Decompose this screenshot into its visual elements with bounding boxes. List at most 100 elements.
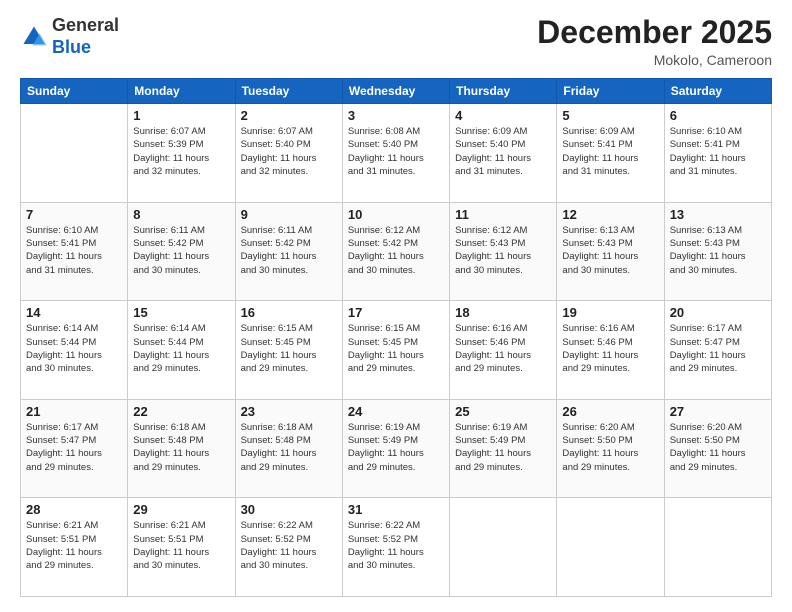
day-number: 19 [562,305,658,320]
day-info: Sunrise: 6:22 AM Sunset: 5:52 PM Dayligh… [348,519,444,572]
calendar-cell: 21 Sunrise: 6:17 AM Sunset: 5:47 PM Dayli… [21,399,128,498]
calendar-week-row: 7 Sunrise: 6:10 AM Sunset: 5:41 PM Daylig… [21,202,772,301]
day-number: 2 [241,108,337,123]
day-info: Sunrise: 6:10 AM Sunset: 5:41 PM Dayligh… [670,125,766,178]
day-number: 30 [241,502,337,517]
day-number: 31 [348,502,444,517]
calendar-cell: 31 Sunrise: 6:22 AM Sunset: 5:52 PM Dayli… [342,498,449,597]
calendar-cell: 28 Sunrise: 6:21 AM Sunset: 5:51 PM Dayli… [21,498,128,597]
calendar-day-header: Thursday [450,79,557,104]
calendar-week-row: 14 Sunrise: 6:14 AM Sunset: 5:44 PM Dayli… [21,301,772,400]
calendar-cell: 30 Sunrise: 6:22 AM Sunset: 5:52 PM Dayli… [235,498,342,597]
calendar-cell: 9 Sunrise: 6:11 AM Sunset: 5:42 PM Daylig… [235,202,342,301]
calendar-cell: 12 Sunrise: 6:13 AM Sunset: 5:43 PM Dayli… [557,202,664,301]
day-info: Sunrise: 6:16 AM Sunset: 5:46 PM Dayligh… [455,322,551,375]
day-info: Sunrise: 6:09 AM Sunset: 5:41 PM Dayligh… [562,125,658,178]
calendar-cell: 15Sunrise: 6:14 AM Sunset: 5:44 PM Dayli… [128,301,235,400]
calendar-cell: 19 Sunrise: 6:16 AM Sunset: 5:46 PM Dayli… [557,301,664,400]
day-number: 12 [562,207,658,222]
day-number: 8 [133,207,229,222]
day-info: Sunrise: 6:18 AM Sunset: 5:48 PM Dayligh… [241,421,337,474]
calendar-cell: 25Sunrise: 6:19 AM Sunset: 5:49 PM Dayli… [450,399,557,498]
day-info: Sunrise: 6:19 AM Sunset: 5:49 PM Dayligh… [455,421,551,474]
day-info: Sunrise: 6:12 AM Sunset: 5:43 PM Dayligh… [455,224,551,277]
day-number: 26 [562,404,658,419]
calendar-cell: 5Sunrise: 6:09 AM Sunset: 5:41 PM Daylig… [557,104,664,203]
page: General Blue December 2025 Mokolo, Camer… [0,0,792,612]
day-number: 15 [133,305,229,320]
day-info: Sunrise: 6:16 AM Sunset: 5:46 PM Dayligh… [562,322,658,375]
day-number: 16 [241,305,337,320]
day-info: Sunrise: 6:13 AM Sunset: 5:43 PM Dayligh… [562,224,658,277]
day-info: Sunrise: 6:14 AM Sunset: 5:44 PM Dayligh… [26,322,122,375]
day-number: 9 [241,207,337,222]
calendar-cell: 16 Sunrise: 6:15 AM Sunset: 5:45 PM Dayli… [235,301,342,400]
calendar-cell [450,498,557,597]
day-info: Sunrise: 6:10 AM Sunset: 5:41 PM Dayligh… [26,224,122,277]
calendar-cell: 29Sunrise: 6:21 AM Sunset: 5:51 PM Dayli… [128,498,235,597]
day-info: Sunrise: 6:21 AM Sunset: 5:51 PM Dayligh… [26,519,122,572]
day-info: Sunrise: 6:13 AM Sunset: 5:43 PM Dayligh… [670,224,766,277]
day-number: 10 [348,207,444,222]
calendar-day-header: Sunday [21,79,128,104]
day-number: 14 [26,305,122,320]
day-number: 6 [670,108,766,123]
day-number: 29 [133,502,229,517]
calendar-cell: 13 Sunrise: 6:13 AM Sunset: 5:43 PM Dayli… [664,202,771,301]
calendar-day-header: Wednesday [342,79,449,104]
calendar-cell: 2Sunrise: 6:07 AM Sunset: 5:40 PM Daylig… [235,104,342,203]
day-number: 17 [348,305,444,320]
calendar-cell: 18Sunrise: 6:16 AM Sunset: 5:46 PM Dayli… [450,301,557,400]
calendar-day-header: Tuesday [235,79,342,104]
day-info: Sunrise: 6:17 AM Sunset: 5:47 PM Dayligh… [26,421,122,474]
day-info: Sunrise: 6:17 AM Sunset: 5:47 PM Dayligh… [670,322,766,375]
calendar-day-header: Friday [557,79,664,104]
day-number: 21 [26,404,122,419]
day-info: Sunrise: 6:15 AM Sunset: 5:45 PM Dayligh… [348,322,444,375]
calendar-cell: 22Sunrise: 6:18 AM Sunset: 5:48 PM Dayli… [128,399,235,498]
day-number: 28 [26,502,122,517]
day-info: Sunrise: 6:19 AM Sunset: 5:49 PM Dayligh… [348,421,444,474]
day-number: 7 [26,207,122,222]
month-title: December 2025 [537,15,772,50]
calendar-cell [557,498,664,597]
day-info: Sunrise: 6:22 AM Sunset: 5:52 PM Dayligh… [241,519,337,572]
calendar-cell: 23 Sunrise: 6:18 AM Sunset: 5:48 PM Dayli… [235,399,342,498]
calendar-cell: 17 Sunrise: 6:15 AM Sunset: 5:45 PM Dayli… [342,301,449,400]
day-info: Sunrise: 6:18 AM Sunset: 5:48 PM Dayligh… [133,421,229,474]
logo-text: General Blue [52,15,119,58]
calendar-cell [21,104,128,203]
day-info: Sunrise: 6:20 AM Sunset: 5:50 PM Dayligh… [562,421,658,474]
calendar-cell: 11 Sunrise: 6:12 AM Sunset: 5:43 PM Dayli… [450,202,557,301]
calendar-week-row: 21 Sunrise: 6:17 AM Sunset: 5:47 PM Dayli… [21,399,772,498]
calendar-cell: 6 Sunrise: 6:10 AM Sunset: 5:41 PM Daylig… [664,104,771,203]
day-info: Sunrise: 6:12 AM Sunset: 5:42 PM Dayligh… [348,224,444,277]
calendar-week-row: 28 Sunrise: 6:21 AM Sunset: 5:51 PM Dayli… [21,498,772,597]
day-number: 11 [455,207,551,222]
day-number: 3 [348,108,444,123]
calendar-day-header: Monday [128,79,235,104]
logo-icon [20,23,48,51]
header: General Blue December 2025 Mokolo, Camer… [20,15,772,68]
calendar-header-row: SundayMondayTuesdayWednesdayThursdayFrid… [21,79,772,104]
day-info: Sunrise: 6:11 AM Sunset: 5:42 PM Dayligh… [241,224,337,277]
calendar-cell: 20 Sunrise: 6:17 AM Sunset: 5:47 PM Dayli… [664,301,771,400]
calendar-cell: 7 Sunrise: 6:10 AM Sunset: 5:41 PM Daylig… [21,202,128,301]
day-number: 20 [670,305,766,320]
calendar-cell: 8Sunrise: 6:11 AM Sunset: 5:42 PM Daylig… [128,202,235,301]
day-number: 4 [455,108,551,123]
calendar-day-header: Saturday [664,79,771,104]
location-subtitle: Mokolo, Cameroon [537,52,772,68]
day-number: 24 [348,404,444,419]
day-number: 1 [133,108,229,123]
day-info: Sunrise: 6:08 AM Sunset: 5:40 PM Dayligh… [348,125,444,178]
day-info: Sunrise: 6:09 AM Sunset: 5:40 PM Dayligh… [455,125,551,178]
day-number: 27 [670,404,766,419]
calendar-table: SundayMondayTuesdayWednesdayThursdayFrid… [20,78,772,597]
day-number: 23 [241,404,337,419]
day-number: 13 [670,207,766,222]
calendar-cell: 3 Sunrise: 6:08 AM Sunset: 5:40 PM Daylig… [342,104,449,203]
day-info: Sunrise: 6:15 AM Sunset: 5:45 PM Dayligh… [241,322,337,375]
day-info: Sunrise: 6:07 AM Sunset: 5:39 PM Dayligh… [133,125,229,178]
calendar-cell: 10 Sunrise: 6:12 AM Sunset: 5:42 PM Dayli… [342,202,449,301]
